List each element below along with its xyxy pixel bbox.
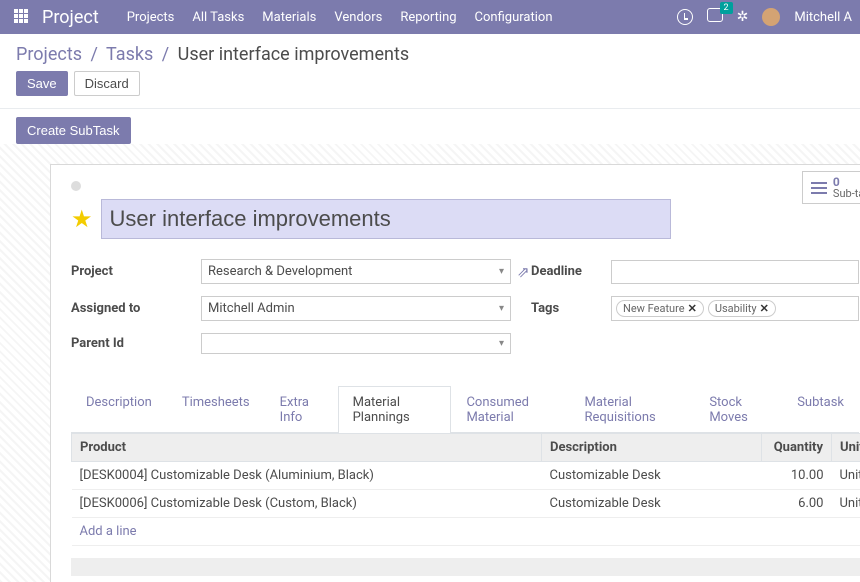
- notebook-tabs: Description Timesheets Extra Info Materi…: [71, 386, 859, 433]
- cell-product[interactable]: [DESK0004] Customizable Desk (Aluminium,…: [72, 462, 542, 490]
- chevron-down-icon: ▾: [499, 303, 504, 314]
- form-sheet: 0 Sub-tas ★ Project Research & Developme…: [50, 164, 860, 582]
- cell-unit[interactable]: Unit(s): [832, 462, 860, 490]
- cell-product[interactable]: [DESK0006] Customizable Desk (Custom, Bl…: [72, 490, 542, 518]
- tab-material-plannings[interactable]: Material Plannings: [338, 386, 452, 433]
- cell-quantity[interactable]: 10.00: [762, 462, 832, 490]
- project-select[interactable]: Research & Development ▾: [201, 259, 511, 284]
- user-avatar[interactable]: [762, 8, 780, 26]
- top-navbar: Project Projects All Tasks Materials Ven…: [0, 0, 860, 34]
- control-panel: Projects / Tasks / User interface improv…: [0, 34, 860, 109]
- cell-unit[interactable]: Unit(s): [832, 490, 860, 518]
- label-deadline: Deadline: [531, 264, 611, 279]
- material-plannings-table: Product Description Quantity Unit O [DES…: [71, 433, 860, 546]
- tab-timesheets[interactable]: Timesheets: [167, 386, 265, 433]
- status-indicator[interactable]: [71, 181, 81, 191]
- menu-all-tasks[interactable]: All Tasks: [192, 10, 244, 25]
- table-row[interactable]: [DESK0006] Customizable Desk (Custom, Bl…: [72, 490, 860, 518]
- breadcrumb: Projects / Tasks / User interface improv…: [16, 44, 844, 65]
- form-fields: Project Research & Development ▾ ⇗ Deadl…: [71, 259, 859, 354]
- breadcrumb-sep: /: [90, 44, 97, 65]
- user-name[interactable]: Mitchell A: [794, 10, 852, 25]
- tag-remove-icon[interactable]: ✕: [760, 302, 769, 315]
- menu-configuration[interactable]: Configuration: [475, 10, 553, 25]
- menu-vendors[interactable]: Vendors: [334, 10, 382, 25]
- table-footer: [71, 558, 860, 576]
- action-buttons: Save Discard: [16, 71, 844, 96]
- chevron-down-icon: ▾: [499, 266, 504, 277]
- menu-materials[interactable]: Materials: [262, 10, 316, 25]
- cell-description[interactable]: Customizable Desk: [542, 490, 762, 518]
- app-brand[interactable]: Project: [42, 7, 99, 28]
- discard-button[interactable]: Discard: [74, 71, 140, 96]
- tab-extra-info[interactable]: Extra Info: [265, 386, 338, 433]
- debug-icon[interactable]: ✲: [737, 9, 749, 25]
- deadline-input[interactable]: [611, 260, 859, 284]
- tag-usability[interactable]: Usability ✕: [708, 300, 776, 317]
- table-row[interactable]: [DESK0004] Customizable Desk (Aluminium,…: [72, 462, 860, 490]
- tags-input[interactable]: New Feature ✕ Usability ✕: [611, 296, 859, 321]
- breadcrumb-current: User interface improvements: [178, 44, 409, 65]
- breadcrumb-sep: /: [162, 44, 169, 65]
- star-icon[interactable]: ★: [71, 205, 93, 233]
- tag-new-feature[interactable]: New Feature ✕: [616, 300, 704, 317]
- col-description[interactable]: Description: [542, 434, 762, 462]
- label-assigned-to: Assigned to: [71, 301, 201, 316]
- create-subtask-button[interactable]: Create SubTask: [16, 117, 131, 144]
- apps-icon[interactable]: [14, 9, 30, 25]
- add-line-link[interactable]: Add a line: [72, 518, 860, 546]
- form-sheet-background: 0 Sub-tas ★ Project Research & Developme…: [0, 144, 860, 582]
- subtask-stat-button[interactable]: 0 Sub-tas: [802, 171, 860, 204]
- topnav-right: 2 ✲ Mitchell A: [677, 8, 852, 26]
- col-product[interactable]: Product: [72, 434, 542, 462]
- tab-material-requisitions[interactable]: Material Requisitions: [570, 386, 695, 433]
- parent-id-select[interactable]: ▾: [201, 333, 511, 354]
- menu-reporting[interactable]: Reporting: [400, 10, 456, 25]
- chevron-down-icon: ▾: [499, 338, 504, 349]
- tab-description[interactable]: Description: [71, 386, 167, 433]
- subtask-label: Sub-tas: [833, 188, 860, 199]
- project-value: Research & Development: [208, 264, 352, 279]
- label-project: Project: [71, 264, 201, 279]
- assigned-to-value: Mitchell Admin: [208, 301, 295, 316]
- breadcrumb-projects[interactable]: Projects: [16, 44, 82, 65]
- label-parent-id: Parent Id: [71, 336, 201, 351]
- task-title-input[interactable]: [101, 199, 671, 239]
- title-row: ★: [71, 199, 859, 239]
- assigned-to-select[interactable]: Mitchell Admin ▾: [201, 296, 511, 321]
- tag-remove-icon[interactable]: ✕: [688, 302, 697, 315]
- tab-stock-moves[interactable]: Stock Moves: [694, 386, 782, 433]
- col-quantity[interactable]: Quantity: [762, 434, 832, 462]
- main-menu: Projects All Tasks Materials Vendors Rep…: [127, 10, 677, 25]
- clock-icon[interactable]: [677, 9, 693, 25]
- chat-badge: 2: [720, 2, 733, 14]
- tab-consumed-material[interactable]: Consumed Material: [451, 386, 569, 433]
- cell-quantity[interactable]: 6.00: [762, 490, 832, 518]
- label-tags: Tags: [531, 301, 611, 316]
- external-link-icon[interactable]: ⇗: [511, 263, 531, 281]
- save-button[interactable]: Save: [16, 71, 68, 96]
- col-unit[interactable]: Unit O: [832, 434, 860, 462]
- list-icon: [811, 182, 827, 194]
- menu-projects[interactable]: Projects: [127, 10, 175, 25]
- tab-subtask[interactable]: Subtask: [782, 386, 859, 433]
- messaging-icon[interactable]: 2: [707, 8, 723, 26]
- cell-description[interactable]: Customizable Desk: [542, 462, 762, 490]
- breadcrumb-tasks[interactable]: Tasks: [106, 44, 153, 65]
